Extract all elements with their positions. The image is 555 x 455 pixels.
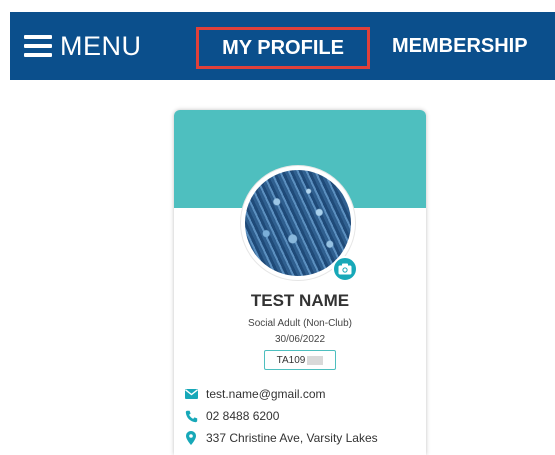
phone-icon <box>184 409 198 423</box>
map-pin-icon <box>184 431 198 445</box>
profile-card: TEST NAME Social Adult (Non-Club) 30/06/… <box>174 110 426 455</box>
contact-phone-text: 02 8488 6200 <box>206 409 280 423</box>
menu-label: MENU <box>60 30 142 61</box>
contact-email-text: test.name@gmail.com <box>206 387 326 401</box>
hamburger-icon <box>24 35 52 57</box>
change-photo-button[interactable] <box>332 256 358 282</box>
menu-button[interactable]: MENU <box>24 12 142 80</box>
nav-link-membership[interactable]: MEMBERSHIP <box>392 12 528 80</box>
profile-name: TEST NAME <box>250 291 350 310</box>
contact-address-text: 337 Christine Ave, Varsity Lakes <box>206 431 378 445</box>
camera-icon <box>338 263 352 275</box>
contact-phone-row: 02 8488 6200 <box>184 408 279 424</box>
nav-link-my-profile[interactable]: MY PROFILE <box>196 27 370 69</box>
membership-type: Social Adult (Non-Club) <box>248 318 352 329</box>
top-nav-bar: MENU MY PROFILE MEMBERSHIP <box>10 12 555 80</box>
contact-email-row: test.name@gmail.com <box>184 386 326 402</box>
redacted-block <box>307 355 324 365</box>
member-id-badge: TA109 <box>264 350 336 370</box>
membership-date: 30/06/2022 <box>274 334 326 345</box>
envelope-icon <box>184 387 198 401</box>
member-id-text: TA109 <box>276 354 306 366</box>
contact-address-row: 337 Christine Ave, Varsity Lakes <box>184 430 378 446</box>
